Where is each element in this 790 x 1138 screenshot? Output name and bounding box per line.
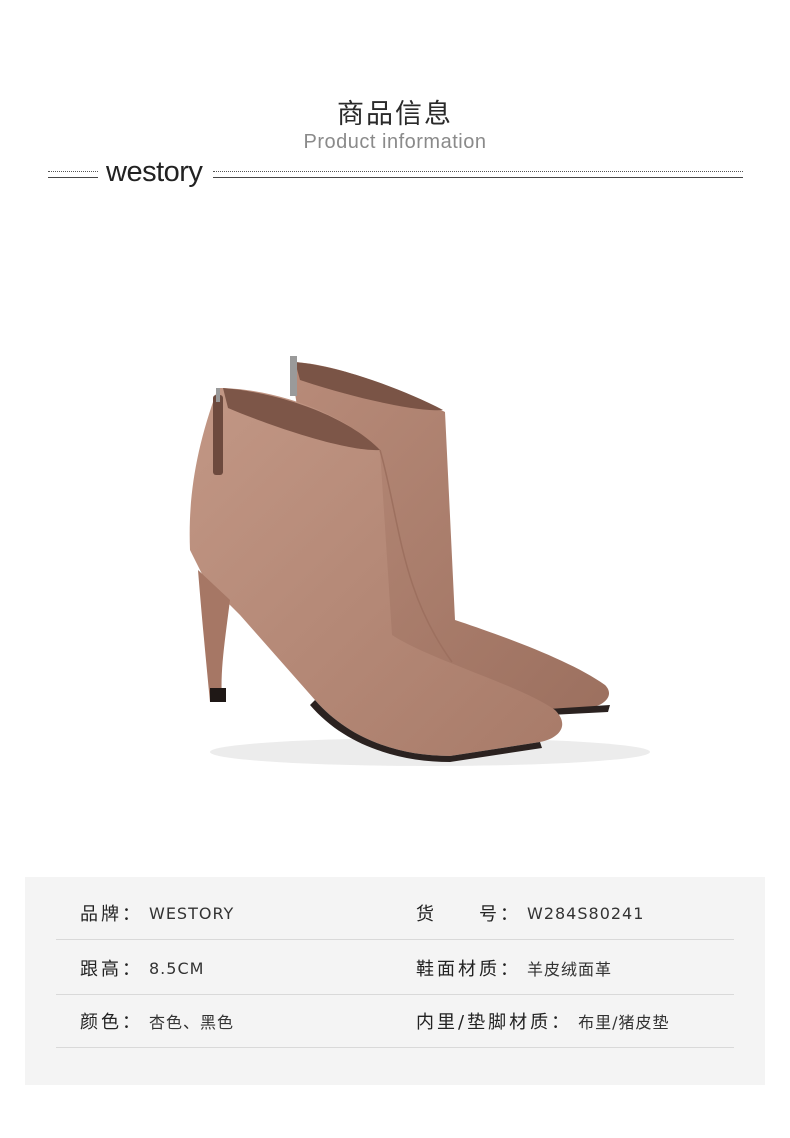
boots-icon (189, 356, 650, 766)
product-photo (100, 300, 690, 820)
brand-logo: westory (106, 156, 203, 188)
info-label: 内里/垫脚材质： (416, 1012, 573, 1033)
info-value: WESTORY (149, 903, 235, 923)
info-value: 8.5CM (149, 958, 205, 978)
page-title-cn: 商品信息 (337, 99, 453, 130)
info-label: 跟高： (80, 959, 143, 980)
info-value: W284S80241 (527, 903, 645, 923)
info-value: 羊皮绒面革 (527, 960, 613, 979)
info-value: 布里/猪皮垫 (578, 1013, 670, 1032)
info-item-heel-height: 跟高： 8.5CM (80, 942, 204, 994)
divider-line-left (48, 171, 98, 178)
info-item-sku: 货 号： W284S80241 (416, 887, 644, 939)
info-label: 品牌： (80, 904, 143, 925)
info-item-brand: 品牌： WESTORY (80, 887, 234, 939)
info-label: 颜色： (80, 1012, 143, 1033)
brand-divider: westory (48, 156, 743, 192)
info-item-color: 颜色： 杏色、黑色 (80, 995, 234, 1047)
info-row: 品牌： WESTORY 货 号： W284S80241 (56, 887, 734, 940)
info-label: 鞋面材质： (416, 959, 521, 980)
info-label: 货 号： (416, 904, 521, 925)
info-row: 颜色： 杏色、黑色 内里/垫脚材质： 布里/猪皮垫 (56, 995, 734, 1048)
info-item-upper-material: 鞋面材质： 羊皮绒面革 (416, 942, 612, 994)
info-value: 杏色、黑色 (149, 1013, 235, 1032)
divider-line-right (213, 171, 743, 178)
info-item-lining-material: 内里/垫脚材质： 布里/猪皮垫 (416, 995, 669, 1047)
page-title-en: Product information (303, 131, 487, 153)
info-row: 跟高： 8.5CM 鞋面材质： 羊皮绒面革 (56, 942, 734, 995)
product-info-panel: 品牌： WESTORY 货 号： W284S80241 跟高： 8.5CM 鞋面… (25, 877, 765, 1085)
